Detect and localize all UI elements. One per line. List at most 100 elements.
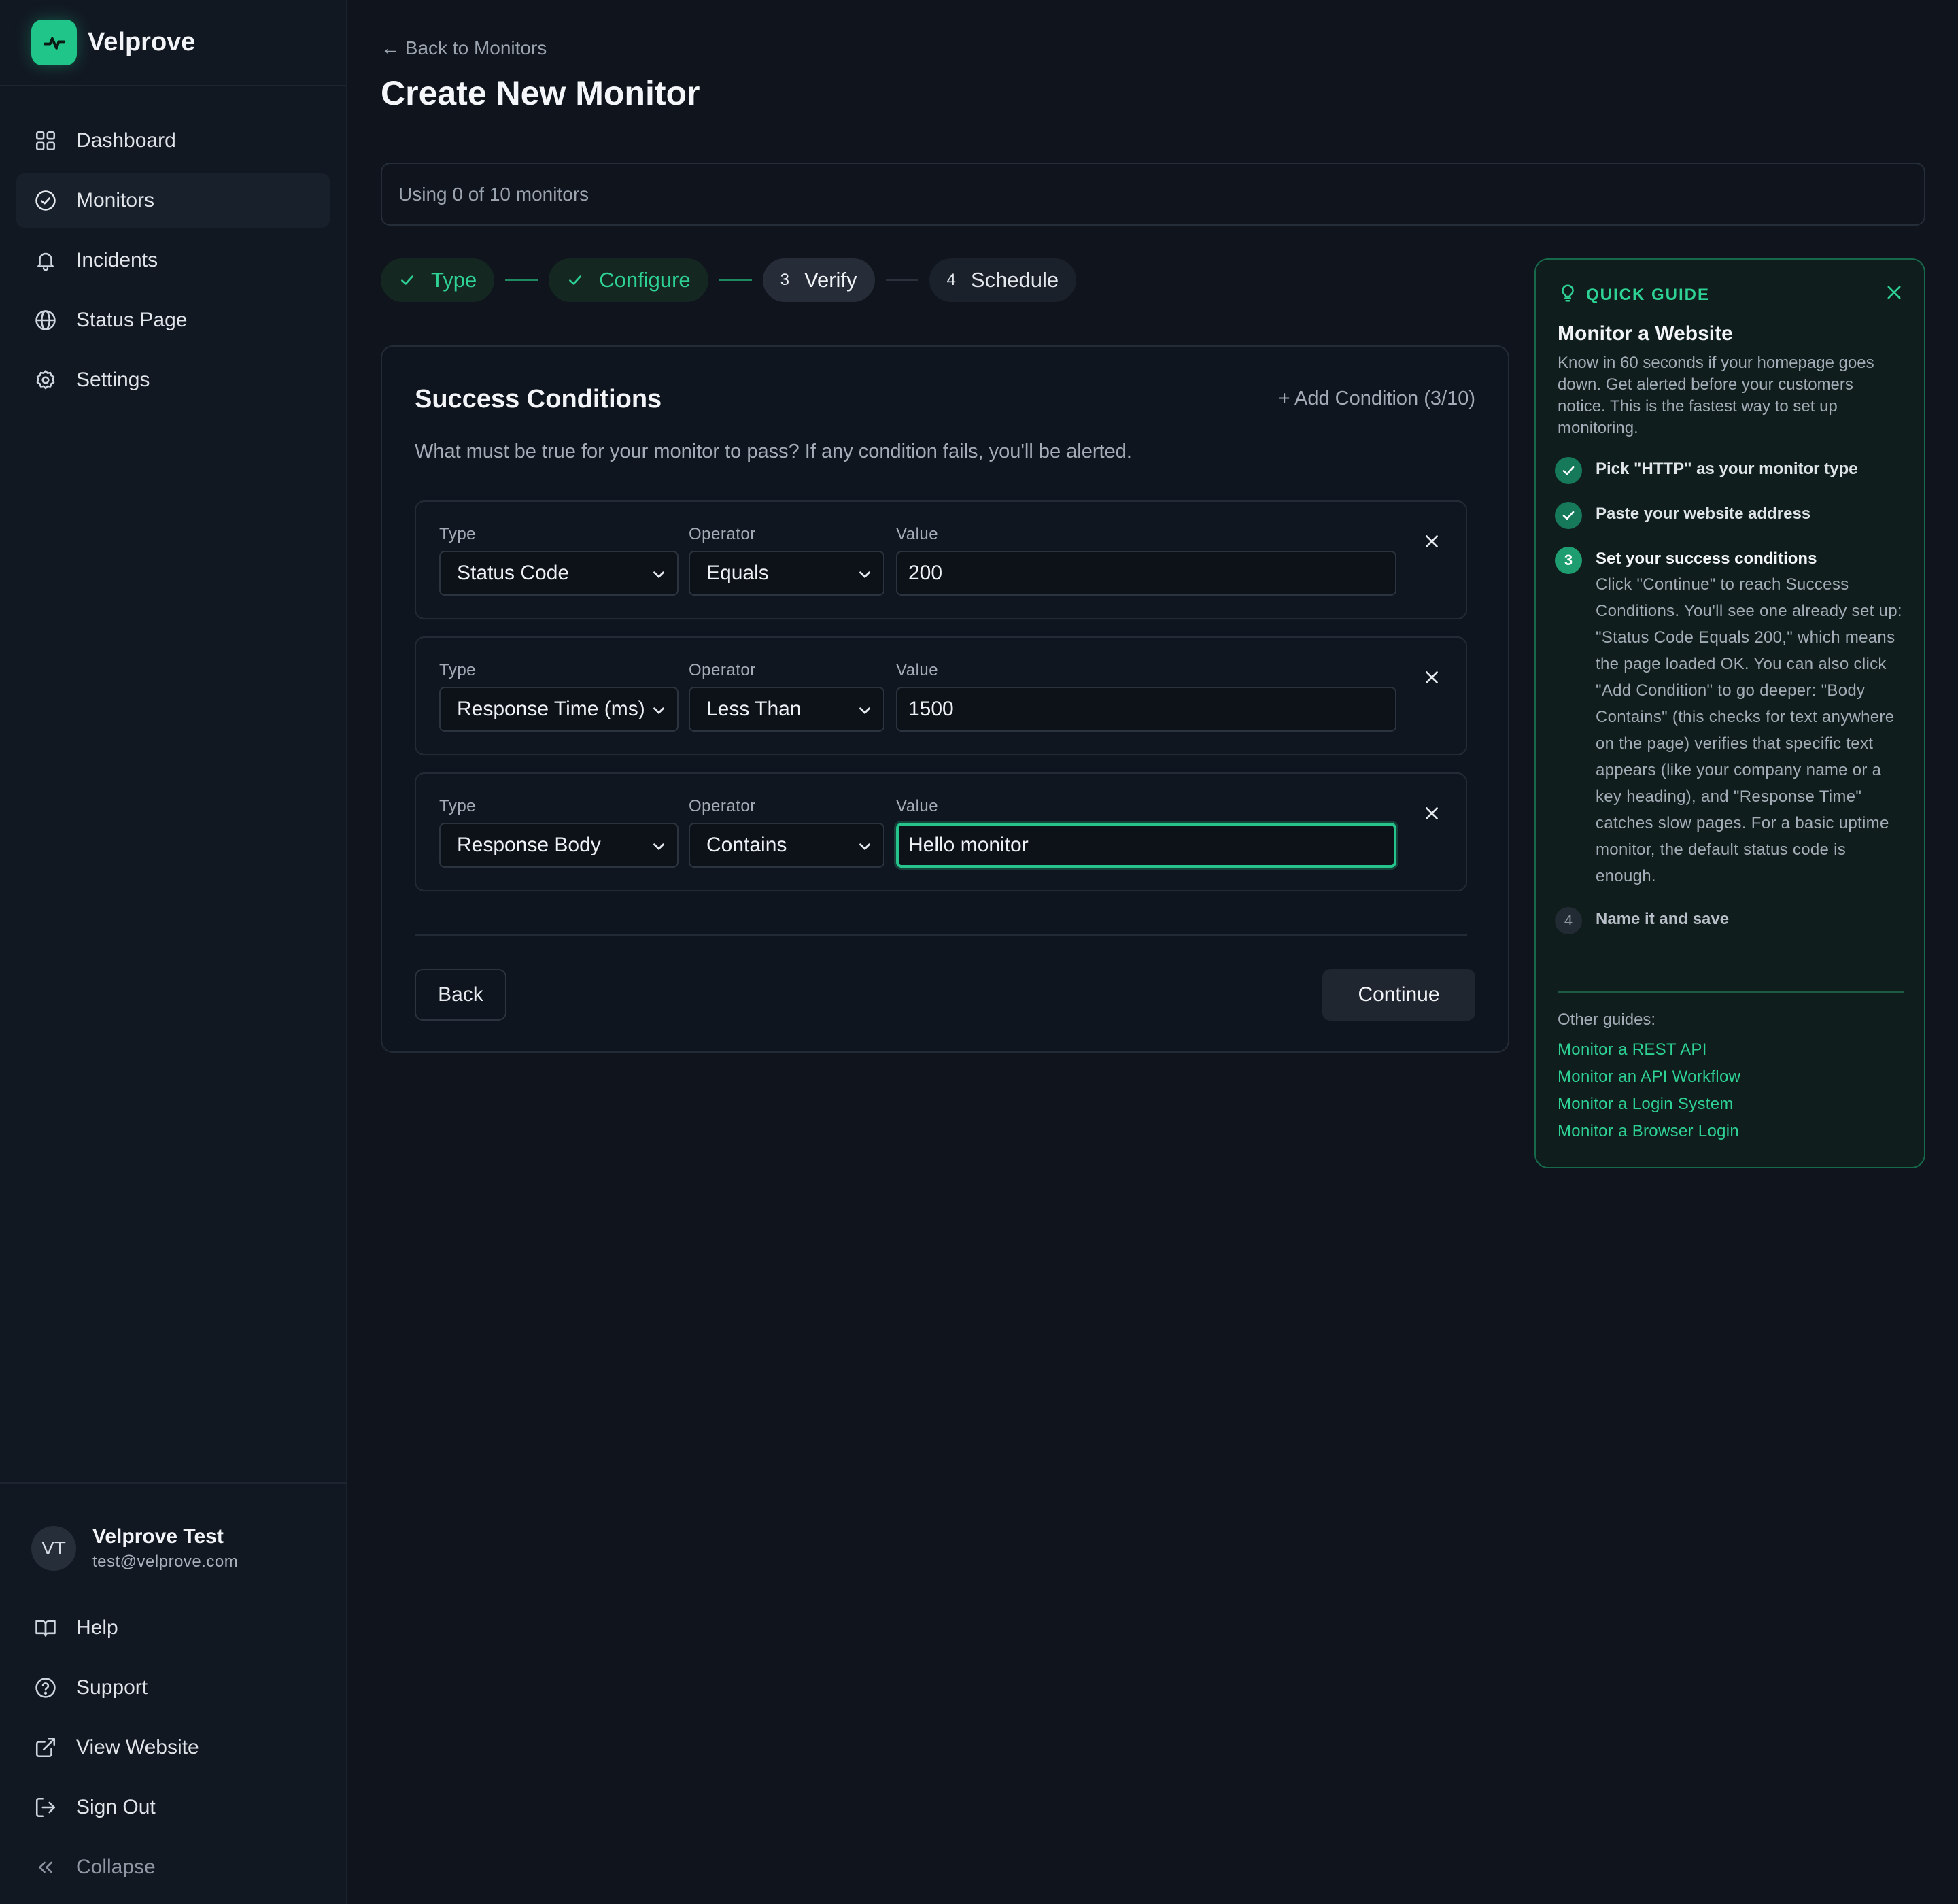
remove-condition-button[interactable] [1418,529,1445,556]
condition-row: Type Operator Value Response Body Contai… [415,772,1467,891]
guide-intro: Know in 60 seconds if your homepage goes… [1558,354,1874,437]
type-label: Type [439,797,477,815]
value-input[interactable]: 200 [896,551,1396,596]
brand-name: Velprove [88,28,196,56]
app: Velprove Dashboard Monitors Incidents St… [0,0,1958,1904]
close-guide-button[interactable] [1885,283,1904,305]
guide-step-detail: Click "Continue" to reach Success Condit… [1596,575,1902,885]
guide-step-number: 3 [1555,547,1582,574]
step-number: 4 [946,271,956,289]
grid-icon [33,128,58,154]
sidebar-item-collapse[interactable]: Collapse [16,1840,330,1894]
user-profile[interactable]: VT Velprove Test test@velprove.com [0,1484,346,1576]
guide-step-label: Paste your website address [1596,505,1811,523]
guide-header: QUICK GUIDE [1558,283,1710,307]
sidebar-item-label: Incidents [76,249,158,271]
avatar: VT [31,1526,76,1571]
value-input[interactable]: 1500 [896,687,1396,732]
book-icon [33,1615,58,1641]
guide-step-label: Set your success conditions [1596,549,1817,568]
brand[interactable]: Velprove [0,0,346,86]
chevron-down-icon [856,702,874,725]
type-select[interactable]: Status Code [439,551,679,596]
guide-step: Pick "HTTP" as your monitor type [1555,457,1908,484]
sidebar-item-label: Settings [76,369,150,391]
step-schedule[interactable]: 4 Schedule [929,258,1077,302]
guide-link-browser-login[interactable]: Monitor a Browser Login [1558,1122,1740,1149]
external-link-icon [33,1735,58,1761]
back-to-monitors-link[interactable]: ← Back to Monitors [381,37,547,59]
type-label: Type [439,525,477,543]
step-configure[interactable]: Configure [549,258,708,302]
user-info: Velprove Test test@velprove.com [92,1525,238,1571]
step-connector [505,279,538,281]
sidebar-item-status-page[interactable]: Status Page [16,293,330,347]
close-icon [1423,532,1441,554]
guide-link-api-workflow[interactable]: Monitor an API Workflow [1558,1068,1740,1095]
chevron-down-icon [650,838,668,861]
other-guides-label: Other guides: [1558,1010,1656,1029]
sidebar-item-support[interactable]: Support [16,1661,330,1715]
operator-select-value: Contains [706,834,787,856]
sidebar-item-sign-out[interactable]: Sign Out [16,1780,330,1835]
usage-text: Using 0 of 10 monitors [398,183,589,205]
success-conditions-card: Success Conditions + Add Condition (3/10… [381,345,1509,1053]
operator-label: Operator [689,525,756,543]
close-icon [1423,668,1441,690]
sidebar: Velprove Dashboard Monitors Incidents St… [0,0,347,1904]
sidebar-item-view-website[interactable]: View Website [16,1720,330,1775]
type-select-value: Status Code [457,562,570,584]
guide-step-label: Name it and save [1596,910,1730,928]
guide-link-rest-api[interactable]: Monitor a REST API [1558,1040,1740,1068]
step-type[interactable]: Type [381,258,495,302]
sidebar-item-help[interactable]: Help [16,1601,330,1655]
guide-link-login-system[interactable]: Monitor a Login System [1558,1095,1740,1122]
chevron-down-icon [650,566,668,589]
guide-step-text: Paste your website address [1596,502,1810,529]
sign-out-icon [33,1795,58,1820]
sidebar-item-label: Sign Out [76,1796,156,1818]
bell-icon [33,248,58,273]
sidebar-item-incidents[interactable]: Incidents [16,233,330,288]
chevron-down-icon [856,838,874,861]
user-email: test@velprove.com [92,1552,239,1571]
value-input[interactable]: Hello monitor [896,823,1396,868]
sidebar-item-dashboard[interactable]: Dashboard [16,114,330,168]
operator-select[interactable]: Contains [689,823,884,868]
guide-step: 4 Name it and save [1555,907,1908,934]
value-input-text: Hello monitor [908,834,1029,856]
guide-step-number: 4 [1555,907,1582,934]
check-icon [398,271,416,289]
operator-select[interactable]: Less Than [689,687,884,732]
guide-step: Paste your website address [1555,502,1908,529]
type-label: Type [439,661,477,679]
gear-icon [33,367,58,393]
sidebar-item-label: Status Page [76,309,188,331]
sidebar-nav: Dashboard Monitors Incidents Status Page [0,86,346,407]
type-select[interactable]: Response Time (ms) [439,687,679,732]
sidebar-item-settings[interactable]: Settings [16,353,330,407]
divider [1558,991,1904,993]
remove-condition-button[interactable] [1418,801,1445,828]
step-connector [885,279,918,281]
globe-icon [33,307,58,333]
guide-title: Monitor a Website [1558,322,1733,345]
continue-button[interactable]: Continue [1322,969,1475,1021]
card-description: What must be true for your monitor to pa… [415,441,1132,462]
remove-condition-button[interactable] [1418,665,1445,692]
back-button[interactable]: Back [415,969,506,1021]
value-input-text: 1500 [908,698,954,720]
step-connector [719,279,752,281]
divider [415,934,1467,936]
operator-select[interactable]: Equals [689,551,884,596]
sidebar-bottom-nav: Help Support View Website Sign Out Colla… [0,1576,346,1894]
value-label: Value [896,661,939,679]
add-condition-button[interactable]: + Add Condition (3/10) [1279,388,1475,410]
guide-kicker: QUICK GUIDE [1586,285,1711,304]
step-label: Configure [599,268,691,292]
lightbulb-icon [1558,283,1578,307]
sidebar-item-label: Help [76,1616,118,1639]
sidebar-item-monitors[interactable]: Monitors [16,173,330,228]
step-verify[interactable]: 3 Verify [762,258,875,302]
type-select[interactable]: Response Body [439,823,679,868]
